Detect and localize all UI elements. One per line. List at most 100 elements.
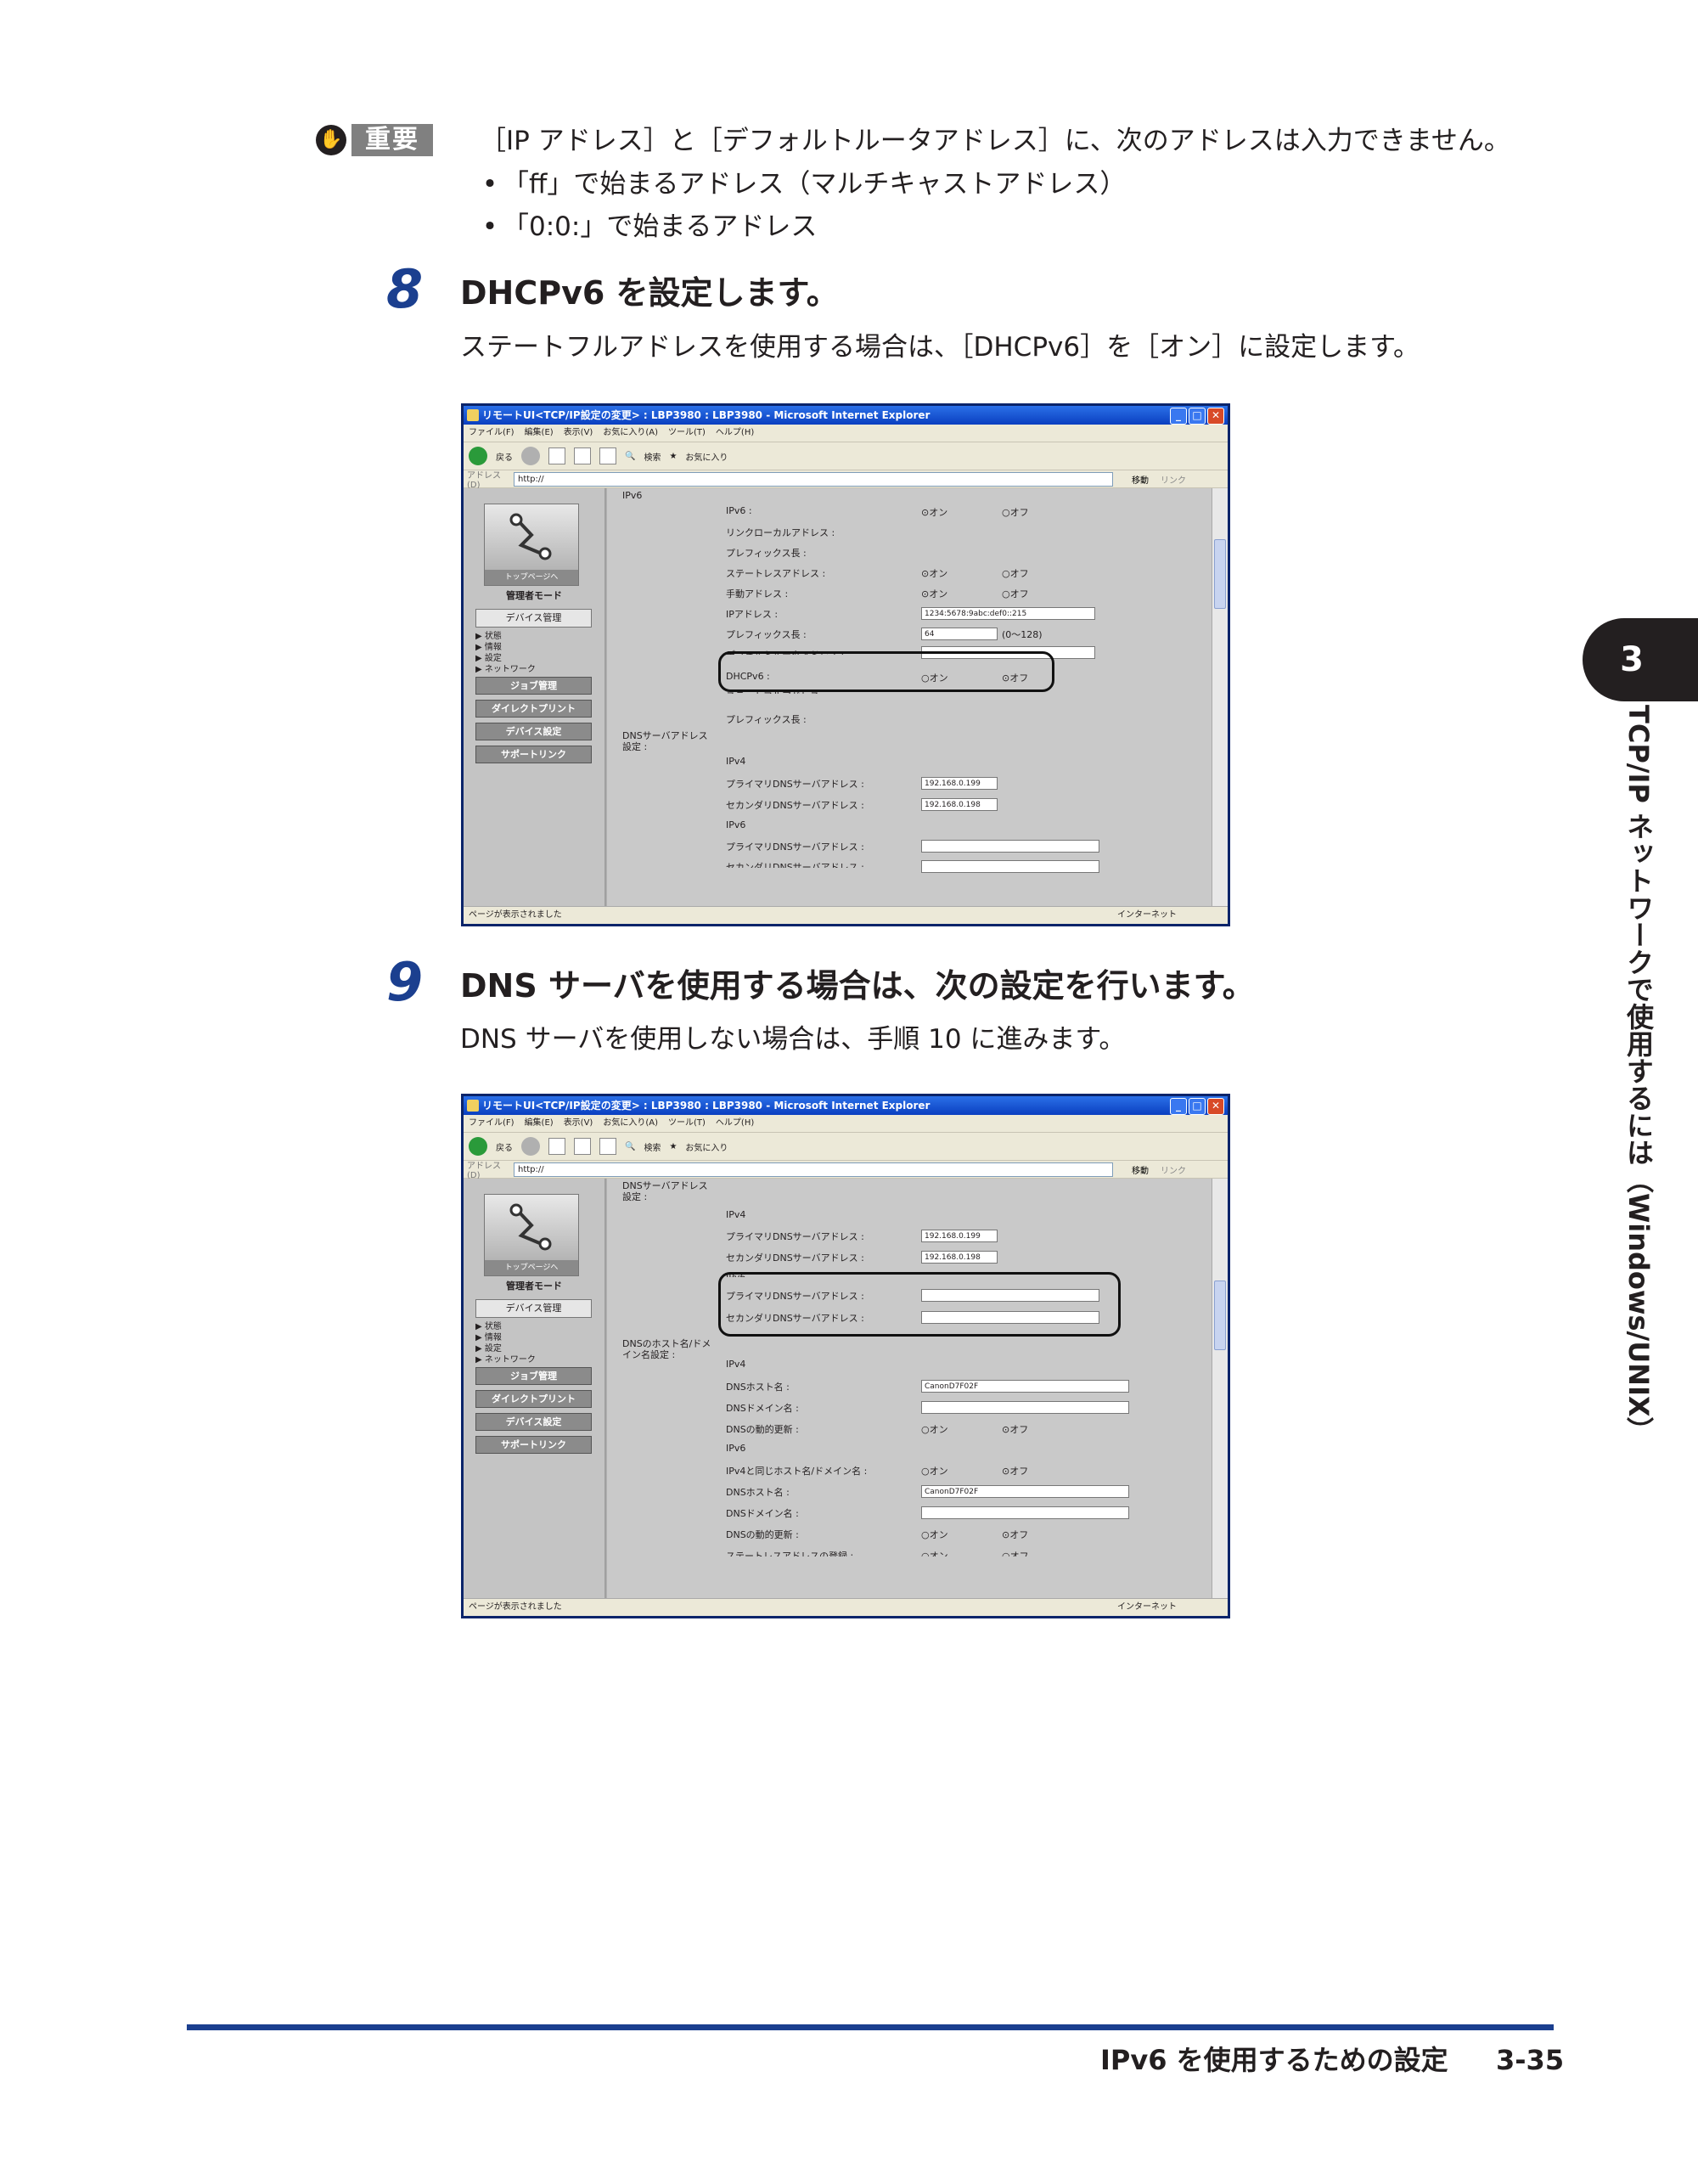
radio-on[interactable]: ○オン bbox=[921, 1464, 948, 1478]
menu-item[interactable]: 編集(E) bbox=[525, 1118, 554, 1128]
go-button[interactable]: 移動 bbox=[1132, 473, 1149, 486]
browser-screenshot-dhcpv6: リモートUI<TCP/IP設定の変更> : LBP3980 : LBP3980 … bbox=[461, 403, 1230, 926]
sidebar-item-network[interactable]: ▶ ネットワーク bbox=[475, 664, 536, 675]
favorites-icon[interactable]: ★ bbox=[669, 1142, 677, 1151]
radio-off[interactable]: ⊙オフ bbox=[1002, 1422, 1028, 1436]
dns-host-name-field[interactable]: CanonD7F02F bbox=[921, 1380, 1129, 1393]
important-text: ［IP アドレス］と［デフォルトルータアドレス］に、次のアドレスは入力できません… bbox=[480, 126, 1510, 156]
step-title: DNS サーバを使用する場合は、次の設定を行います。 bbox=[460, 967, 1255, 1005]
device-settings-button[interactable]: デバイス設定 bbox=[475, 1413, 592, 1431]
highlight-ipv6-dns bbox=[718, 1272, 1121, 1337]
search-icon[interactable]: 🔍 bbox=[625, 1142, 635, 1151]
close-icon[interactable]: ✕ bbox=[1207, 1098, 1224, 1115]
radio-off[interactable]: ○オフ bbox=[1002, 587, 1029, 600]
device-management-button[interactable]: デバイス管理 bbox=[475, 609, 592, 628]
back-icon[interactable] bbox=[469, 447, 487, 465]
menu-item[interactable]: ツール(T) bbox=[668, 1118, 706, 1128]
sidebar-item-info[interactable]: ▶ 情報 bbox=[475, 642, 536, 653]
sidebar-item-settings[interactable]: ▶ 設定 bbox=[475, 1343, 536, 1354]
radio-on[interactable]: ○オン bbox=[921, 1422, 948, 1436]
sidebar: トップページへ 管理者モード デバイス管理 ▶ 状態 ▶ 情報 ▶ 設定 ▶ ネ… bbox=[464, 1179, 606, 1599]
go-button[interactable]: 移動 bbox=[1132, 1163, 1149, 1176]
support-link-button[interactable]: サポートリンク bbox=[475, 746, 592, 763]
dns-domain-name-v6-field[interactable] bbox=[921, 1506, 1129, 1519]
primary-dns-v6-field[interactable] bbox=[921, 840, 1099, 853]
menu-item[interactable]: お気に入り(A) bbox=[603, 1118, 658, 1128]
address-input[interactable]: http:// bbox=[514, 471, 1113, 487]
primary-dns-v4-field[interactable]: 192.168.0.199 bbox=[921, 777, 998, 790]
step-title: DHCPv6 を設定します。 bbox=[460, 274, 839, 312]
sidebar-links: ▶ 状態 ▶ 情報 ▶ 設定 ▶ ネットワーク bbox=[475, 1321, 536, 1365]
radio-off[interactable]: ⊙オフ bbox=[1002, 1528, 1028, 1541]
sidebar-item-network[interactable]: ▶ ネットワーク bbox=[475, 1354, 536, 1365]
radio-off[interactable]: ○オフ bbox=[1002, 505, 1029, 519]
direct-print-button[interactable]: ダイレクトプリント bbox=[475, 1390, 592, 1408]
forward-icon[interactable] bbox=[521, 1137, 540, 1156]
support-link-button[interactable]: サポートリンク bbox=[475, 1436, 592, 1454]
secondary-dns-v6-field[interactable] bbox=[921, 860, 1099, 873]
stop-icon[interactable] bbox=[548, 1138, 565, 1155]
top-page-link[interactable]: トップページへ bbox=[484, 1194, 579, 1276]
primary-dns-v4-field[interactable]: 192.168.0.199 bbox=[921, 1230, 998, 1242]
vertical-scrollbar[interactable] bbox=[1212, 488, 1228, 907]
radio-on[interactable]: ⊙オン bbox=[921, 505, 947, 519]
refresh-icon[interactable] bbox=[574, 1138, 591, 1155]
device-management-button[interactable]: デバイス管理 bbox=[475, 1299, 592, 1318]
maximize-icon[interactable]: □ bbox=[1189, 1098, 1206, 1115]
links-button[interactable]: リンク bbox=[1161, 1163, 1186, 1176]
ie-icon bbox=[467, 409, 479, 421]
chapter-title: TCP/IP ネットワークで使用するには（Windows/UNIX） bbox=[1622, 705, 1655, 1444]
prefix-length-field[interactable]: 64 bbox=[921, 628, 998, 640]
menu-item[interactable]: 表示(V) bbox=[564, 1118, 593, 1128]
maximize-icon[interactable]: □ bbox=[1189, 408, 1206, 425]
menu-item[interactable]: 編集(E) bbox=[525, 428, 554, 437]
dns-host-name-v6-field[interactable]: CanonD7F02F bbox=[921, 1485, 1129, 1498]
direct-print-button[interactable]: ダイレクトプリント bbox=[475, 700, 592, 718]
menu-item[interactable]: 表示(V) bbox=[564, 428, 593, 437]
menu-item[interactable]: ヘルプ(H) bbox=[716, 428, 754, 437]
address-input[interactable]: http:// bbox=[514, 1162, 1113, 1177]
secondary-dns-v4-field[interactable]: 192.168.0.198 bbox=[921, 1251, 998, 1264]
search-icon[interactable]: 🔍 bbox=[625, 452, 635, 461]
sidebar-item-status[interactable]: ▶ 状態 bbox=[475, 631, 536, 642]
sidebar-item-info[interactable]: ▶ 情報 bbox=[475, 1332, 536, 1343]
device-settings-button[interactable]: デバイス設定 bbox=[475, 723, 592, 740]
home-icon[interactable] bbox=[599, 447, 616, 464]
back-icon[interactable] bbox=[469, 1137, 487, 1156]
radio-on[interactable]: ⊙オン bbox=[921, 587, 947, 600]
footer-rule bbox=[187, 2024, 1554, 2030]
home-icon[interactable] bbox=[599, 1138, 616, 1155]
mode-label: 管理者モード bbox=[506, 590, 562, 601]
secondary-dns-v4-field[interactable]: 192.168.0.198 bbox=[921, 798, 998, 811]
radio-on[interactable]: ⊙オン bbox=[921, 566, 947, 580]
status-bar: ページが表示されました インターネット bbox=[464, 1598, 1228, 1616]
sidebar-item-settings[interactable]: ▶ 設定 bbox=[475, 653, 536, 664]
menu-item[interactable]: ファイル(F) bbox=[469, 428, 514, 437]
favorites-icon[interactable]: ★ bbox=[669, 452, 677, 461]
links-button[interactable]: リンク bbox=[1161, 473, 1186, 486]
menu-item[interactable]: ヘルプ(H) bbox=[716, 1118, 754, 1128]
radio-on[interactable]: ○オン bbox=[921, 1528, 948, 1541]
job-management-button[interactable]: ジョブ管理 bbox=[475, 1367, 592, 1385]
dns-domain-name-field[interactable] bbox=[921, 1401, 1129, 1414]
section-label: IPv6 bbox=[622, 490, 643, 501]
sidebar-item-status[interactable]: ▶ 状態 bbox=[475, 1321, 536, 1332]
step-description: DNS サーバを使用しない場合は、手順 10 に進みます。 bbox=[460, 1024, 1126, 1055]
job-management-button[interactable]: ジョブ管理 bbox=[475, 677, 592, 695]
radio-off[interactable]: ⊙オフ bbox=[1002, 1464, 1028, 1478]
sidebar: トップページへ 管理者モード デバイス管理 ▶ 状態 ▶ 情報 ▶ 設定 ▶ ネ… bbox=[464, 488, 606, 907]
menu-item[interactable]: お気に入り(A) bbox=[603, 428, 658, 437]
refresh-icon[interactable] bbox=[574, 447, 591, 464]
stop-icon[interactable] bbox=[548, 447, 565, 464]
top-page-link[interactable]: トップページへ bbox=[484, 504, 579, 586]
list-item: • 「0:0:」で始まるアドレス bbox=[481, 211, 818, 242]
radio-off[interactable]: ○オフ bbox=[1002, 566, 1029, 580]
vertical-scrollbar[interactable] bbox=[1212, 1179, 1228, 1599]
ip-address-field[interactable]: 1234:5678:9abc:def0::215 bbox=[921, 607, 1095, 620]
forward-icon[interactable] bbox=[521, 447, 540, 465]
close-icon[interactable]: ✕ bbox=[1207, 408, 1224, 425]
minimize-icon[interactable]: _ bbox=[1170, 1098, 1187, 1115]
minimize-icon[interactable]: _ bbox=[1170, 408, 1187, 425]
menu-item[interactable]: ツール(T) bbox=[668, 428, 706, 437]
menu-item[interactable]: ファイル(F) bbox=[469, 1118, 514, 1128]
